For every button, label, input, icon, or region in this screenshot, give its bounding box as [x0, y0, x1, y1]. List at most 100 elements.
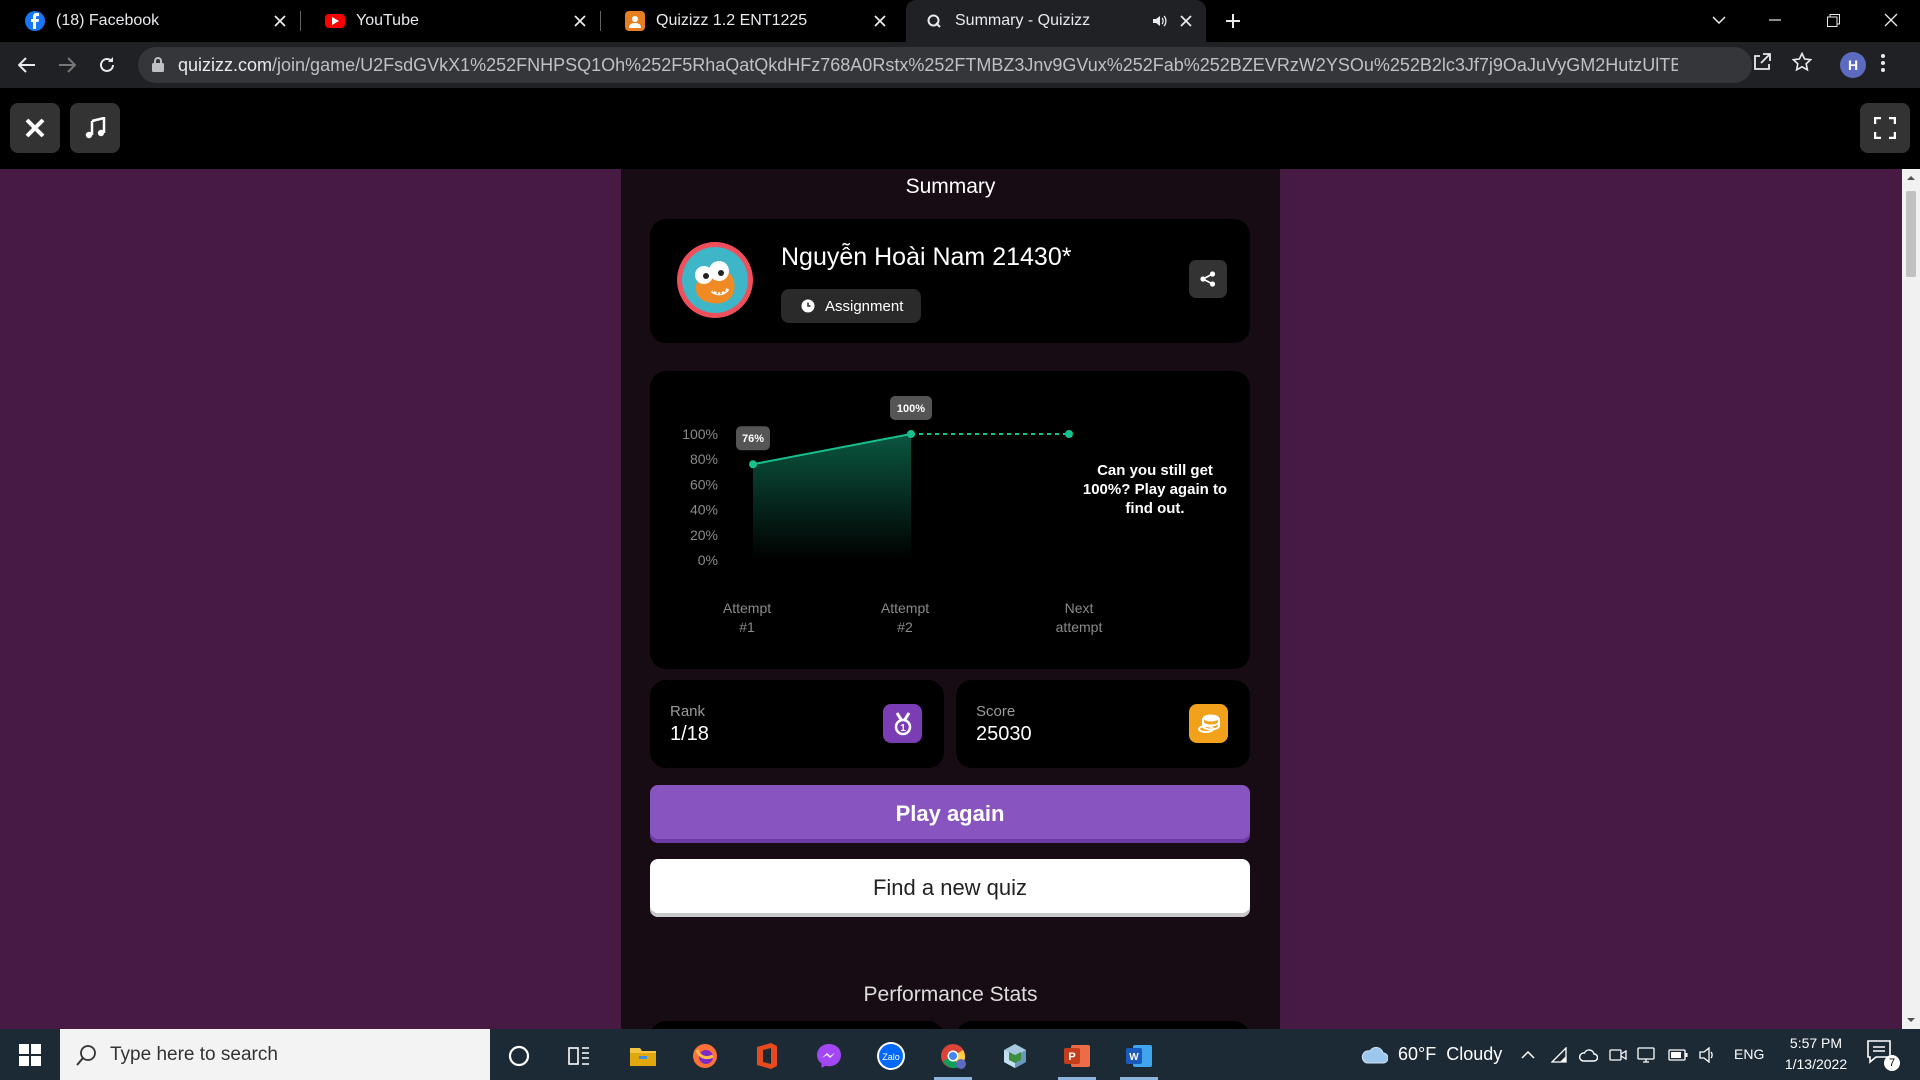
speaker-icon[interactable] [1148, 9, 1172, 33]
bookmark-star-icon[interactable] [1792, 52, 1812, 72]
page-title: Summary [905, 175, 996, 198]
player-name: Nguyễn Hoài Nam 21430* [781, 243, 1072, 271]
page-viewport: Summary Nguyễn Hoài Nam 21430* Assignmen… [0, 169, 1902, 1029]
music-toggle-button[interactable] [70, 103, 120, 153]
notification-count: 7 [1884, 1055, 1900, 1071]
wifi-icon[interactable] [1548, 1043, 1572, 1067]
performance-card [956, 1021, 1250, 1029]
browser-tab-strip: (18) Facebook YouTube Quizizz 1.2 ENT122… [0, 0, 1920, 42]
y-tick-label: 80% [690, 451, 718, 467]
tab-title: Summary - Quizizz [955, 12, 1091, 29]
facebook-icon [25, 11, 45, 31]
play-again-button[interactable]: Play again [650, 785, 1250, 843]
svg-text:Zalo: Zalo [882, 1052, 900, 1062]
y-tick-label: 0% [698, 552, 718, 568]
taskbar-clock[interactable]: 5:57 PM 1/13/2022 [1770, 1033, 1862, 1075]
fullscreen-button[interactable] [1860, 103, 1910, 153]
rank-value: 1/18 [670, 723, 709, 745]
url-text: quizizz.com/join/game/U2FsdGVkX1%252FNHP… [178, 47, 1678, 83]
performance-stats-heading: Performance Stats [863, 983, 1038, 1006]
close-tab-icon[interactable] [1174, 9, 1198, 33]
y-tick-label: 40% [690, 502, 718, 518]
find-new-quiz-button[interactable]: Find a new quiz [650, 859, 1250, 917]
input-language[interactable]: ENG [1734, 1029, 1764, 1080]
office-icon[interactable] [744, 1036, 790, 1076]
lock-icon[interactable] [152, 57, 164, 72]
close-window-button[interactable] [1868, 0, 1914, 40]
battery-icon[interactable] [1666, 1043, 1690, 1067]
3d-app-icon[interactable] [992, 1036, 1038, 1076]
volume-icon[interactable] [1696, 1043, 1720, 1067]
tab-youtube[interactable]: YouTube [300, 0, 600, 42]
profile-avatar[interactable]: H [1840, 52, 1866, 78]
onedrive-icon[interactable] [1576, 1043, 1600, 1067]
file-explorer-icon[interactable] [620, 1036, 666, 1076]
back-button[interactable] [12, 50, 42, 80]
more-menu-icon[interactable] [1880, 52, 1886, 74]
reload-button[interactable] [92, 50, 122, 80]
performance-card [650, 1021, 944, 1029]
show-hidden-icons-chevron-icon[interactable] [1516, 1043, 1540, 1067]
tab-facebook[interactable]: (18) Facebook [0, 0, 300, 42]
close-tab-icon[interactable] [568, 9, 592, 33]
page-scrollbar[interactable] [1902, 169, 1920, 1029]
weather-widget[interactable]: 60°F Cloudy [1360, 1029, 1502, 1080]
mode-label: Assignment [825, 297, 904, 315]
close-tab-icon[interactable] [268, 9, 292, 33]
forward-button[interactable] [52, 50, 82, 80]
taskbar-search-box[interactable]: Type here to search [60, 1029, 490, 1080]
chrome-icon[interactable] [930, 1036, 976, 1080]
game-header [0, 88, 1920, 169]
exit-game-button[interactable] [10, 103, 60, 153]
url-domain: quizizz.com [178, 55, 273, 75]
word-icon[interactable]: W [1116, 1036, 1162, 1080]
cloud-icon [1361, 1046, 1388, 1063]
chart-annotation-line-1: Can you still get [1097, 462, 1213, 479]
share-icon [1200, 271, 1216, 287]
zalo-icon[interactable]: Zalo [868, 1036, 914, 1076]
network-icon[interactable] [1634, 1043, 1658, 1067]
windows-taskbar: Type here to search Zalo P W 60°F Cloudy [0, 1029, 1920, 1080]
taskbar-search-placeholder: Type here to search [110, 1043, 278, 1065]
chart-annotation-line-2: 100%? Play again to [1083, 481, 1227, 498]
summary-panel: Summary Nguyễn Hoài Nam 21430* Assignmen… [621, 169, 1280, 1029]
windows-start-button[interactable] [0, 1029, 60, 1080]
chart-point [1065, 430, 1073, 438]
restore-button[interactable] [1810, 0, 1856, 40]
rank-label: Rank [670, 703, 706, 720]
scroll-up-arrow-icon[interactable] [1906, 173, 1916, 183]
share-page-icon[interactable] [1752, 52, 1772, 72]
x-tick-label: attempt [1056, 619, 1103, 635]
meet-now-icon[interactable] [1606, 1043, 1630, 1067]
rank-card: Rank 1/18 1 [650, 680, 944, 768]
browser-toolbar: quizizz.com/join/game/U2FsdGVkX1%252FNHP… [0, 42, 1920, 88]
tab-title: Quizizz 1.2 ENT1225 [656, 12, 808, 29]
chart-annotation-line-3: find out. [1125, 500, 1184, 517]
messenger-icon[interactable] [806, 1036, 852, 1076]
firefox-icon[interactable] [682, 1036, 728, 1076]
tab-summary-quizizz[interactable]: Summary - Quizizz [906, 0, 1206, 42]
new-tab-button[interactable] [1220, 8, 1246, 34]
task-view-icon[interactable] [556, 1036, 602, 1076]
address-bar[interactable]: quizizz.com/join/game/U2FsdGVkX1%252FNHP… [138, 47, 1752, 83]
data-label: 100% [897, 403, 925, 415]
notification-center-icon[interactable]: 7 [1866, 1039, 1900, 1071]
svg-text:1: 1 [900, 723, 906, 734]
close-tab-icon[interactable] [868, 9, 892, 33]
scrollbar-thumb[interactable] [1906, 191, 1916, 277]
cortana-icon[interactable] [496, 1036, 542, 1076]
tab-quizizz-ent1225[interactable]: Quizizz 1.2 ENT1225 [600, 0, 900, 42]
share-result-button[interactable] [1189, 260, 1227, 298]
player-card: Nguyễn Hoài Nam 21430* Assignment [650, 219, 1250, 343]
mode-badge: Assignment [781, 289, 922, 323]
data-label: 76% [742, 433, 764, 445]
tab-search-chevron-icon[interactable] [1696, 0, 1742, 40]
powerpoint-icon[interactable]: P [1054, 1036, 1100, 1080]
scroll-down-arrow-icon[interactable] [1906, 1015, 1916, 1025]
y-tick-label: 60% [690, 476, 718, 492]
attempts-chart: 100% 80% 60% 40% 20% 0% Attempt #1 Attempt #2 Nex… [682, 396, 1227, 635]
attempts-chart-card: 100% 80% 60% 40% 20% 0% Attempt #1 Attempt #2 Nex… [650, 371, 1250, 669]
svg-text:P: P [1068, 1051, 1075, 1063]
minimize-button[interactable] [1752, 0, 1798, 40]
clock-time: 5:57 PM [1789, 1035, 1843, 1051]
